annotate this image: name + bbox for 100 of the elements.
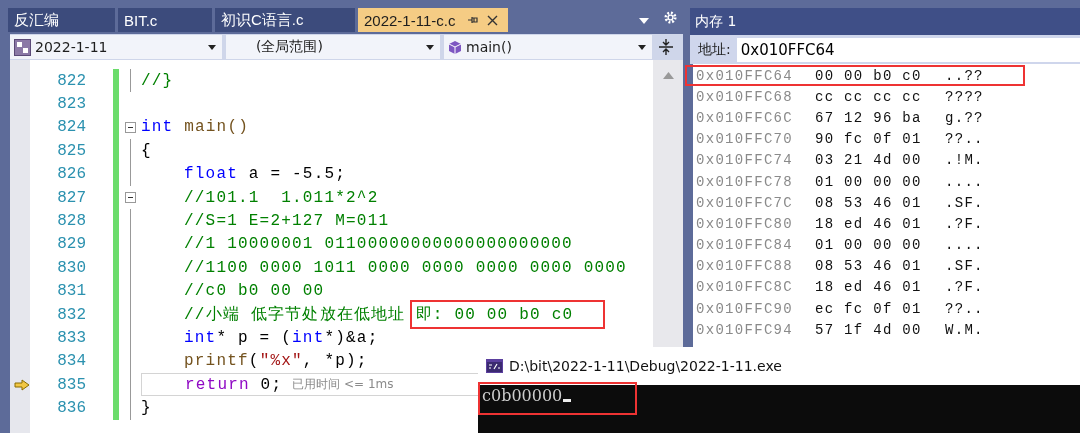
memory-address: 0x010FFC88 (695, 258, 794, 275)
code-token: main() (183, 118, 250, 137)
code-token: , *p); (302, 352, 368, 371)
console-window[interactable]: D:\bit\2022-1-11\Debug\2022-1-11.exe c0b00000 (478, 347, 1080, 433)
memory-address: 0x010FFC68 (695, 88, 794, 105)
console-title: D:\bit\2022-1-11\Debug\2022-1-11.exe (509, 358, 782, 374)
code-token: int (292, 329, 325, 347)
line-number: 826 (56, 165, 86, 184)
line-number: 834 (56, 352, 86, 371)
memory-bytes: 08 53 46 01 (815, 258, 923, 275)
editor-tab[interactable]: BIT.c (118, 8, 212, 32)
line-number: 833 (56, 329, 86, 347)
memory-bytes: ec fc 0f 01 (815, 300, 923, 317)
code-token: printf (184, 352, 249, 371)
panel-title: 内存 1 (690, 8, 1080, 35)
code-token: *)&a; (324, 329, 379, 347)
text-cursor (563, 399, 572, 402)
line-number: 831 (56, 282, 86, 301)
code-token: //} (141, 71, 174, 90)
code-token: //1 10000001 01100000000000000000000 (184, 235, 573, 254)
memory-bytes: 90 fc 0f 01 (815, 131, 923, 148)
code-token: ( (248, 352, 260, 371)
memory-address: 0x010FFC6C (695, 109, 794, 126)
line-number: 835 (56, 375, 86, 394)
code-token: 0; (259, 375, 283, 394)
cube-icon (448, 39, 462, 55)
memory-chars: .SF. (945, 258, 984, 275)
memory-chars: .?F. (945, 215, 984, 232)
scrollbar[interactable] (653, 60, 683, 347)
project-icon (14, 38, 31, 56)
memory-chars: .?F. (945, 279, 984, 296)
memory-bytes: 08 53 46 01 (815, 194, 923, 211)
memory-bytes: 18 ed 46 01 (815, 215, 923, 232)
editor-tab[interactable]: 2022-1-11-c.c (358, 8, 508, 32)
caret-icon (208, 44, 216, 50)
line-number: 828 (56, 212, 86, 231)
memory-address: 0x010FFC8C (695, 279, 794, 296)
memory-chars: W.M. (945, 321, 984, 338)
line-number: 829 (56, 235, 86, 254)
editor-tab[interactable]: 反汇编 (8, 8, 115, 32)
function-dropdown[interactable]: main() (444, 35, 652, 59)
address-label: 地址: (698, 40, 731, 59)
memory-chars: ??.. (945, 300, 984, 317)
code-token: int (184, 329, 217, 347)
memory-bytes: 67 12 96 ba (815, 109, 923, 126)
memory-bytes: 57 1f 4d 00 (815, 321, 923, 338)
close-icon[interactable] (487, 14, 499, 26)
line-number: 832 (56, 305, 86, 324)
memory-chars: g.?? (945, 109, 984, 126)
code-token: * p = ( (216, 329, 293, 347)
line-number: 836 (56, 399, 86, 418)
caret-icon (426, 44, 434, 50)
line-number: 823 (56, 95, 86, 114)
code-token: //101.1 1.011*2^2 (184, 188, 379, 207)
memory-bytes: 01 00 00 00 (815, 237, 923, 254)
elapsed-time-hint: 已用时间 <= 1ms (292, 376, 394, 394)
split-icon[interactable] (659, 39, 673, 55)
memory-bytes: 01 00 00 00 (815, 173, 923, 190)
memory-chars: .... (945, 173, 984, 190)
collapse-icon[interactable] (124, 192, 136, 204)
memory-bytes: 03 21 4d 00 (815, 152, 923, 169)
code-token: int (141, 118, 174, 137)
memory-chars: ??.. (945, 131, 984, 148)
memory-address: 0x010FFC7C (695, 194, 794, 211)
dropdown-icon[interactable] (639, 18, 649, 24)
memory-address: 0x010FFC80 (695, 215, 794, 232)
code-token: 即: 00 00 b0 c0 (409, 300, 606, 330)
memory-address: 0x010FFC74 (695, 152, 794, 169)
address-field[interactable]: 0x010FFC64 (736, 37, 1080, 62)
collapse-icon[interactable] (124, 121, 136, 133)
line-number: 827 (56, 188, 86, 207)
caret-icon (638, 44, 646, 50)
memory-bytes: 18 ed 46 01 (815, 279, 923, 296)
memory-chars: .... (945, 237, 984, 254)
code-token: "%x" (259, 352, 303, 371)
project-dropdown[interactable]: 2022-1-11 (10, 35, 222, 59)
pin-icon[interactable] (467, 14, 480, 26)
memory-chars: ..?? (945, 67, 984, 84)
editor-tab[interactable]: 初识C语言.c (215, 8, 355, 32)
scope-dropdown[interactable]: (全局范围) (226, 35, 440, 59)
line-number: 824 (56, 118, 86, 137)
memory-chars: .SF. (945, 194, 984, 211)
memory-bytes: 00 00 b0 c0 (815, 67, 923, 84)
code-token: //c0 b0 00 00 (184, 282, 325, 301)
memory-chars: ???? (945, 88, 984, 105)
code-token: float (184, 165, 238, 184)
memory-address: 0x010FFC70 (695, 131, 794, 148)
code-token: //S=1 E=2+127 M=011 (184, 212, 390, 231)
settings-icon[interactable] (664, 11, 677, 24)
line-number: 825 (56, 141, 86, 160)
code-token: //1100 0000 1011 0000 0000 0000 0000 0000 (184, 258, 627, 277)
memory-bytes: cc cc cc cc (815, 88, 923, 105)
memory-address: 0x010FFC78 (695, 173, 794, 190)
code-token: return (185, 375, 250, 394)
memory-address: 0x010FFC94 (695, 321, 794, 338)
code-token: //小端 低字节处放在低地址 (184, 304, 406, 326)
line-number: 822 (56, 71, 86, 90)
memory-address: 0x010FFC90 (695, 300, 794, 317)
line-number: 830 (56, 258, 86, 277)
code-token: { (141, 141, 152, 160)
